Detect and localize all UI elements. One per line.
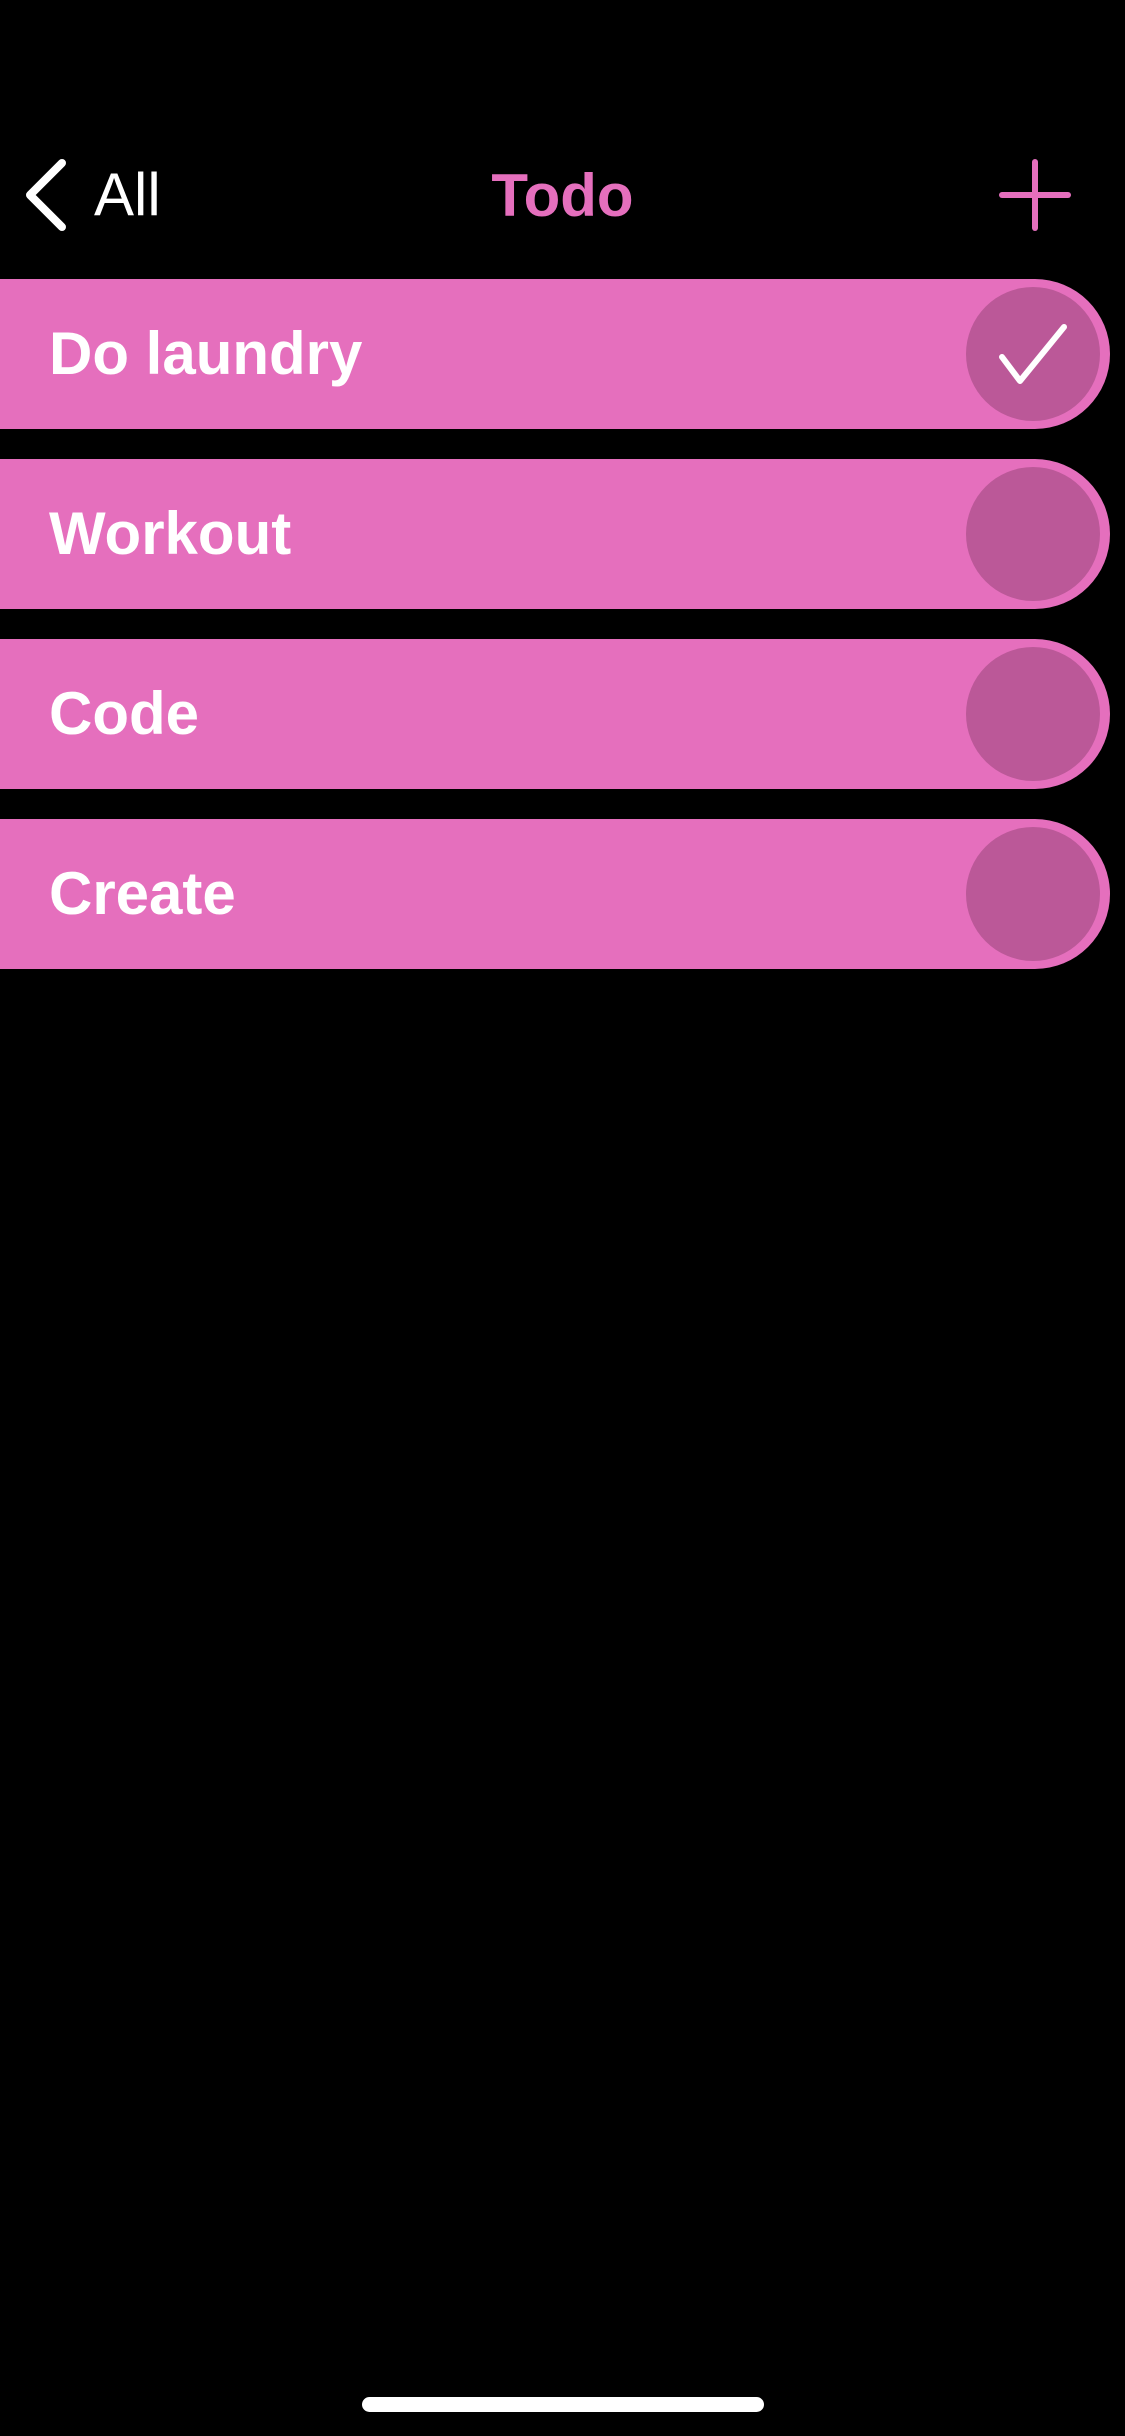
page-title: Todo xyxy=(491,162,634,229)
todo-checkbox[interactable] xyxy=(966,467,1100,601)
todo-checkbox[interactable] xyxy=(966,827,1100,961)
todo-label: Code xyxy=(49,680,199,747)
home-indicator xyxy=(362,2397,764,2412)
todo-row-workout[interactable]: Workout xyxy=(0,459,1110,609)
todo-checkbox[interactable] xyxy=(966,647,1100,781)
navigation-bar: All Todo xyxy=(0,140,1125,250)
todo-row-code[interactable]: Code xyxy=(0,639,1110,789)
back-label: All xyxy=(94,161,161,228)
plus-icon xyxy=(998,158,1072,232)
todo-checkbox-done[interactable] xyxy=(966,287,1100,421)
todo-row-do-laundry[interactable]: Do laundry xyxy=(0,279,1110,429)
todo-label: Do laundry xyxy=(49,320,363,387)
todo-row-create[interactable]: Create xyxy=(0,819,1110,969)
todo-label: Workout xyxy=(49,500,292,567)
chevron-left-icon xyxy=(24,159,66,231)
todo-label: Create xyxy=(49,860,236,927)
back-button[interactable]: All xyxy=(24,152,161,238)
add-todo-button[interactable] xyxy=(998,158,1072,232)
